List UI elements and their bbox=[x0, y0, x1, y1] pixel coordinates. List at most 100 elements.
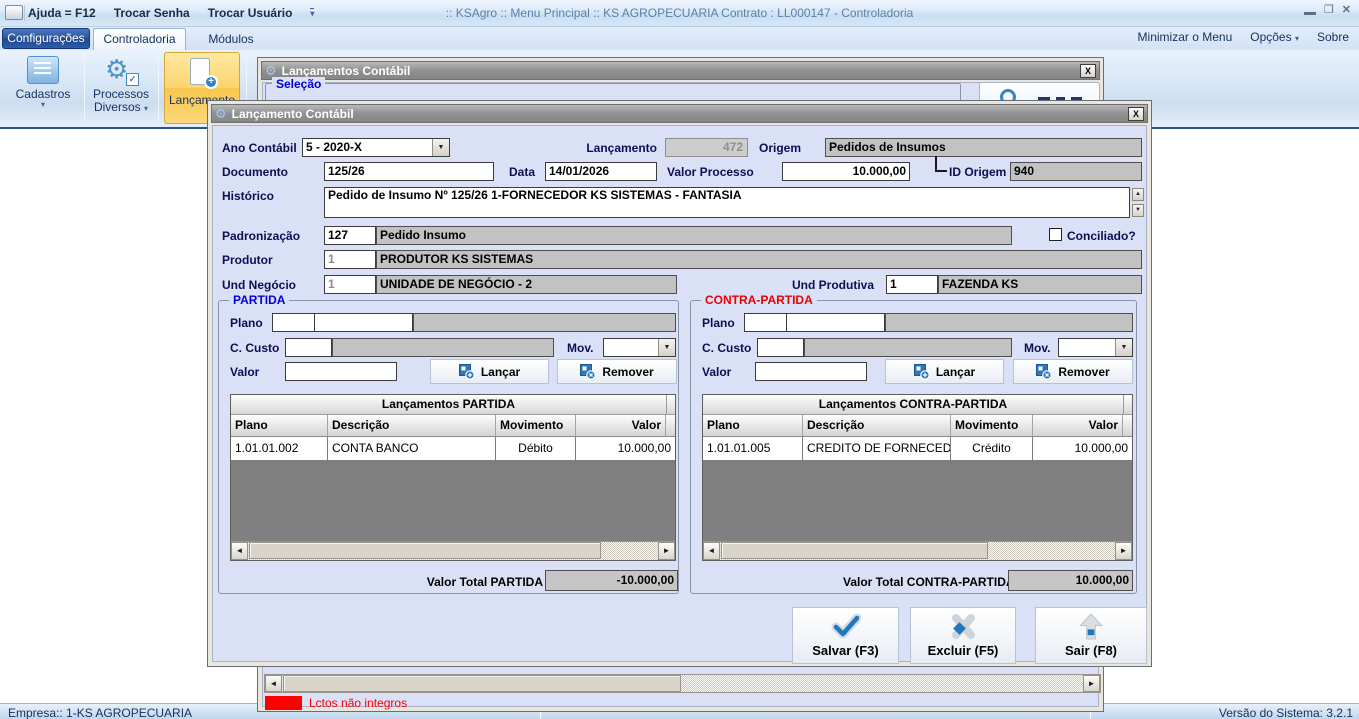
contra-partida-legend: CONTRA-PARTIDA bbox=[701, 293, 817, 307]
contra-mov-label: Mov. bbox=[1024, 341, 1050, 355]
documento-input[interactable]: 125/26 bbox=[324, 162, 494, 181]
scroll-left-icon[interactable]: ◄ bbox=[265, 675, 282, 692]
ano-contabil-combo[interactable]: 5 - 2020-X ▼ bbox=[302, 138, 450, 157]
contra-plano-code-input[interactable] bbox=[744, 313, 787, 332]
column-header[interactable]: Movimento bbox=[951, 415, 1033, 436]
und-produtiva-label: Und Produtiva bbox=[792, 278, 874, 292]
column-header[interactable]: Movimento bbox=[496, 415, 576, 436]
about-link[interactable]: Sobre bbox=[1317, 30, 1349, 44]
menu-item-trocar-usuario[interactable]: Trocar Usuário bbox=[208, 6, 293, 20]
close-icon[interactable]: ✕ bbox=[1342, 4, 1351, 16]
scrollbar-thumb[interactable] bbox=[249, 542, 601, 559]
chevron-down-icon[interactable]: ▼ bbox=[658, 339, 675, 356]
contra-grid: Lançamentos CONTRA-PARTIDA Plano Descriç… bbox=[702, 394, 1133, 561]
column-header[interactable]: Descrição bbox=[328, 415, 496, 436]
ribbon-links: Minimizar o Menu Opções ▾ Sobre bbox=[1138, 30, 1349, 44]
options-link[interactable]: Opções ▾ bbox=[1250, 30, 1299, 44]
scrollbar-thumb[interactable] bbox=[283, 675, 681, 692]
partida-plano-mask-input[interactable] bbox=[314, 313, 413, 332]
partida-total-label: Valor Total PARTIDA bbox=[393, 575, 543, 589]
column-header[interactable]: Valor bbox=[1033, 415, 1123, 436]
tab-modulos[interactable]: Módulos bbox=[196, 29, 266, 49]
contra-plano-mask-input[interactable] bbox=[786, 313, 885, 332]
padronizacao-desc-field: Pedido Insumo bbox=[376, 226, 1012, 245]
dialog-close-button[interactable]: X bbox=[1128, 107, 1144, 121]
processos-label-line2: Diversos ▾ bbox=[94, 101, 148, 114]
contra-lancar-button[interactable]: Lançar bbox=[885, 359, 1004, 384]
scroll-down-icon[interactable]: ▼ bbox=[1132, 204, 1144, 217]
scroll-right-icon[interactable]: ► bbox=[658, 542, 675, 560]
processos-diversos-button[interactable]: ⚙ ✓ Processos Diversos ▾ bbox=[88, 52, 154, 124]
check-overlay-icon: ✓ bbox=[126, 73, 139, 86]
cadastros-button[interactable]: Cadastros ▾ bbox=[6, 52, 80, 124]
menu-item-ajuda[interactable]: Ajuda = F12 bbox=[28, 6, 96, 20]
contra-plano-desc-field bbox=[885, 313, 1133, 332]
toolbar-overflow-icon[interactable]: ▾ bbox=[310, 8, 314, 20]
menu-item-trocar-senha[interactable]: Trocar Senha bbox=[114, 6, 190, 20]
tab-controladoria[interactable]: Controladoria bbox=[93, 28, 186, 50]
minimize-icon[interactable] bbox=[1304, 6, 1316, 15]
contra-mov-combo[interactable]: ▼ bbox=[1058, 338, 1133, 357]
chevron-down-icon[interactable]: ▼ bbox=[1115, 339, 1132, 356]
origem-label: Origem bbox=[759, 141, 801, 155]
salvar-button[interactable]: Salvar (F3) bbox=[792, 607, 899, 664]
scrollbar-thumb[interactable] bbox=[721, 542, 988, 559]
add-entry-icon bbox=[914, 364, 930, 380]
und-negocio-code-input[interactable]: 1 bbox=[324, 275, 376, 294]
produtor-desc-field: PRODUTOR KS SISTEMAS bbox=[376, 250, 1142, 269]
conciliado-checkbox[interactable] bbox=[1049, 228, 1062, 241]
produtor-code-input[interactable]: 1 bbox=[324, 250, 376, 269]
partida-mov-combo[interactable]: ▼ bbox=[603, 338, 676, 357]
partida-grid-hscrollbar[interactable]: ◄ ► bbox=[231, 541, 675, 560]
remove-entry-icon bbox=[1036, 364, 1052, 380]
column-header[interactable]: Valor bbox=[576, 415, 666, 436]
historico-label: Histórico bbox=[222, 189, 274, 203]
und-negocio-desc-field: UNIDADE DE NEGÓCIO - 2 bbox=[376, 275, 677, 294]
remove-entry-icon bbox=[580, 364, 596, 380]
table-row[interactable]: 1.01.01.002 CONTA BANCO Débito 10.000,00 bbox=[231, 437, 675, 461]
data-input[interactable]: 14/01/2026 bbox=[545, 162, 657, 181]
contra-ccusto-code-input[interactable] bbox=[757, 338, 804, 357]
partida-legend: PARTIDA bbox=[229, 293, 289, 307]
scroll-left-icon[interactable]: ◄ bbox=[231, 542, 248, 560]
scroll-up-icon[interactable]: ▲ bbox=[1132, 188, 1144, 201]
table-row[interactable]: 1.01.01.005 CREDITO DE FORNECEDOR Crédit… bbox=[703, 437, 1132, 461]
contra-grid-hscrollbar[interactable]: ◄ ► bbox=[703, 541, 1132, 560]
titlebar-divider bbox=[24, 5, 25, 21]
partida-ccusto-code-input[interactable] bbox=[285, 338, 332, 357]
scroll-left-icon[interactable]: ◄ bbox=[703, 542, 720, 560]
valor-processo-input[interactable]: 10.000,00 bbox=[782, 162, 910, 181]
documento-label: Documento bbox=[222, 165, 288, 179]
partida-remover-button[interactable]: Remover bbox=[557, 359, 677, 384]
valor-processo-label: Valor Processo bbox=[667, 165, 754, 179]
bg-window-hscrollbar[interactable]: ◄ ► bbox=[264, 674, 1101, 693]
und-produtiva-desc-field: FAZENDA KS bbox=[938, 275, 1142, 294]
excluir-button[interactable]: Excluir (F5) bbox=[910, 607, 1016, 664]
contra-remover-button[interactable]: Remover bbox=[1013, 359, 1133, 384]
cadastros-dropdown-icon: ▾ bbox=[41, 101, 45, 109]
lancamento-label: Lançamento bbox=[557, 141, 657, 155]
historico-textarea[interactable]: Pedido de Insumo Nº 125/26 1-FORNECEDOR … bbox=[324, 187, 1130, 218]
list-icon bbox=[27, 56, 59, 84]
column-header[interactable]: Plano bbox=[703, 415, 803, 436]
bg-window-close-button[interactable]: X bbox=[1080, 64, 1096, 78]
gear-icon: ⚙ bbox=[215, 107, 227, 120]
titlebar-menu: Ajuda = F12 Trocar Senha Trocar Usuário … bbox=[28, 6, 314, 20]
partida-valor-input[interactable] bbox=[285, 362, 397, 381]
id-origem-connector bbox=[935, 156, 947, 172]
scroll-right-icon[interactable]: ► bbox=[1083, 675, 1100, 692]
minimize-menu-link[interactable]: Minimizar o Menu bbox=[1138, 30, 1233, 44]
window-titlebar: Ajuda = F12 Trocar Senha Trocar Usuário … bbox=[0, 0, 1359, 27]
contra-valor-input[interactable] bbox=[755, 362, 867, 381]
partida-plano-code-input[interactable] bbox=[272, 313, 315, 332]
column-header[interactable]: Plano bbox=[231, 415, 328, 436]
column-header[interactable]: Descrição bbox=[803, 415, 951, 436]
sair-button[interactable]: Sair (F8) bbox=[1035, 607, 1147, 664]
app-menu-button[interactable]: Configurações bbox=[2, 28, 90, 49]
und-produtiva-code-input[interactable]: 1 bbox=[886, 275, 938, 294]
partida-lancar-button[interactable]: Lançar bbox=[430, 359, 549, 384]
padronizacao-code-input[interactable]: 127 bbox=[324, 226, 376, 245]
restore-icon[interactable]: ❐ bbox=[1324, 4, 1334, 16]
chevron-down-icon[interactable]: ▼ bbox=[432, 139, 449, 156]
scroll-right-icon[interactable]: ► bbox=[1115, 542, 1132, 560]
